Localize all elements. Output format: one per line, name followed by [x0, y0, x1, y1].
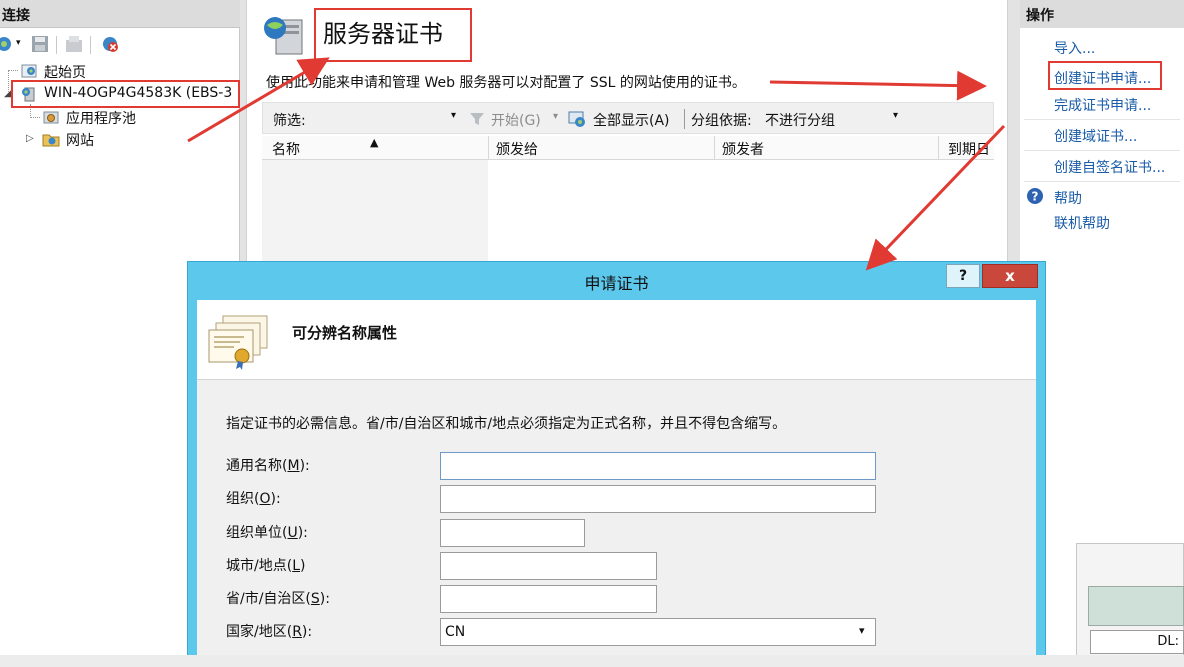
show-all-icon: [568, 111, 585, 127]
bottom-edge: [0, 655, 1184, 667]
action-help[interactable]: 帮助: [1054, 188, 1082, 208]
dialog-heading: 可分辨名称属性: [292, 324, 398, 342]
city-input[interactable]: [440, 552, 657, 580]
column-name[interactable]: 名称: [272, 139, 300, 159]
group-by-label: 分组依据:: [691, 113, 752, 129]
save-icon[interactable]: [30, 34, 50, 54]
dialog-help-button[interactable]: ?: [946, 264, 980, 288]
tree-item-label: 应用程序池: [66, 111, 136, 127]
column-divider[interactable]: [488, 136, 489, 160]
country-select[interactable]: CN ▾: [440, 618, 876, 646]
certificates-list-name-column: [262, 160, 488, 270]
svg-text:?: ?: [1032, 190, 1039, 204]
column-divider[interactable]: [714, 136, 715, 160]
country-label: 国家/地区(R):: [226, 624, 313, 640]
common-name-label: 通用名称(M):: [226, 458, 310, 474]
group-by-value: 不进行分组: [765, 113, 835, 129]
actions-header: 操作: [1020, 0, 1184, 28]
state-input[interactable]: [440, 585, 657, 613]
chevron-down-icon: ▾: [893, 110, 899, 121]
certificate-icon: [208, 315, 268, 370]
actions-divider: [1024, 181, 1180, 182]
app-pools-icon: [43, 111, 59, 124]
page-description: 使用此功能来申请和管理 Web 服务器可以对配置了 SSL 的网站使用的证书。: [266, 75, 746, 91]
action-create-domain-cert[interactable]: 创建域证书...: [1054, 126, 1137, 146]
annotation-box-server: [11, 80, 240, 108]
state-label: 省/市/自治区(S):: [226, 591, 330, 607]
group-by-select[interactable]: 不进行分组 ▾: [761, 106, 909, 130]
chevron-down-icon[interactable]: ▾: [553, 111, 558, 122]
connections-toolbar: ▾: [0, 30, 240, 58]
annotation-box-title: [314, 8, 472, 62]
tree-item-label: 起始页: [44, 65, 86, 81]
dialog-close-button[interactable]: x: [982, 264, 1038, 288]
sites-folder-icon: [42, 134, 60, 147]
dropdown-arrow-icon[interactable]: ▾: [16, 38, 21, 48]
column-issued-by[interactable]: 颁发者: [722, 139, 764, 159]
expand-arrow-icon[interactable]: ▷: [26, 133, 34, 144]
toolbar-divider: [56, 36, 57, 54]
certificates-table-header: 名称 ▲ 颁发给 颁发者 到期日: [262, 136, 994, 160]
filter-funnel-icon: [470, 113, 484, 125]
connect-icon[interactable]: [0, 34, 14, 54]
organization-input[interactable]: [440, 485, 876, 513]
dialog-title: 申请证书: [584, 274, 649, 293]
server-certificates-icon: [264, 17, 303, 55]
help-icon: ?: [1027, 188, 1043, 204]
tree-line: [30, 117, 40, 118]
up-level-icon[interactable]: [64, 34, 84, 54]
column-expiration[interactable]: 到期日: [948, 139, 990, 159]
show-all-button[interactable]: 全部显示(A): [593, 110, 670, 130]
start-filter-button[interactable]: 开始(G): [491, 110, 541, 130]
country-select-value: CN: [445, 624, 466, 640]
organization-label: 组织(O):: [226, 491, 281, 507]
action-import[interactable]: 导入...: [1054, 38, 1095, 58]
filter-label: 筛选:: [273, 113, 306, 129]
dialog-instructions: 指定证书的必需信息。省/市/自治区和城市/地点必须指定为正式名称，并且不得包含缩…: [226, 416, 787, 432]
connections-header: 连接: [0, 0, 240, 28]
tree-line: [8, 70, 18, 71]
start-page-icon: [21, 64, 37, 78]
disconnect-icon[interactable]: [100, 34, 120, 54]
chevron-down-icon: ▾: [451, 110, 457, 121]
toolbar-divider: [684, 109, 685, 129]
tree-item-label: 网站: [66, 133, 94, 149]
sort-ascending-icon: ▲: [370, 136, 379, 149]
organizational-unit-label: 组织单位(U):: [226, 525, 308, 541]
city-label: 城市/地点(L): [226, 558, 306, 574]
toolbar-divider: [90, 36, 91, 54]
actions-divider: [1024, 119, 1180, 120]
action-online-help[interactable]: 联机帮助: [1054, 213, 1110, 233]
organizational-unit-input[interactable]: [440, 519, 585, 547]
filter-input[interactable]: ▾: [313, 106, 463, 130]
action-create-self-signed-cert[interactable]: 创建自签名证书...: [1054, 157, 1165, 177]
dialog-header-panel: 可分辨名称属性: [197, 300, 1036, 380]
background-window-panel: [1088, 586, 1184, 626]
actions-divider: [1024, 150, 1180, 151]
annotation-box-action: [1048, 61, 1162, 90]
background-window-status: DL:: [1090, 630, 1184, 654]
chevron-down-icon: ▾: [859, 624, 865, 637]
common-name-input[interactable]: [440, 452, 876, 480]
request-certificate-dialog: 申请证书 ? x 可分辨名称属性 指定证书的必需信息。省/市/自治区和城市/地点…: [187, 261, 1046, 662]
dialog-body: 可分辨名称属性 指定证书的必需信息。省/市/自治区和城市/地点必须指定为正式名称…: [197, 300, 1036, 662]
column-divider[interactable]: [938, 136, 939, 160]
column-issued-to[interactable]: 颁发给: [496, 139, 538, 159]
action-complete-cert-request[interactable]: 完成证书申请...: [1054, 95, 1151, 115]
filter-toolbar: 筛选: ▾ 开始(G) ▾ 全部显示(A) 分组依据: 不进行分组 ▾: [262, 102, 994, 134]
